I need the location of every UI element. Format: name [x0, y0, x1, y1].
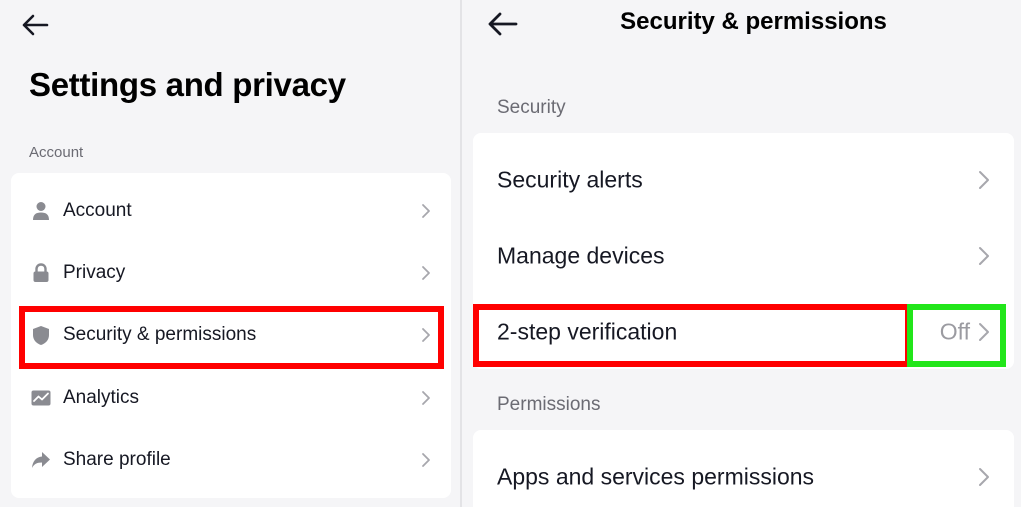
lock-icon	[30, 262, 52, 284]
apps-services-permissions-row[interactable]: Apps and services permissions	[473, 439, 1014, 507]
settings-item-security[interactable]: Security & permissions	[11, 304, 451, 366]
settings-item-label: Analytics	[63, 387, 140, 408]
section-label-permissions: Permissions	[497, 394, 601, 415]
account-settings-card: Account Privacy Security & permissions A…	[11, 173, 451, 498]
security-alerts-row[interactable]: Security alerts	[473, 142, 1014, 218]
share-icon	[30, 449, 52, 471]
section-label-account: Account	[29, 144, 84, 161]
chevron-right-icon	[979, 171, 989, 189]
section-label-security: Security	[497, 97, 566, 118]
settings-privacy-panel: Settings and privacy Account Account Pri…	[0, 0, 460, 507]
settings-item-analytics[interactable]: Analytics	[11, 367, 451, 429]
chevron-right-icon	[979, 247, 989, 265]
manage-devices-row[interactable]: Manage devices	[473, 218, 1014, 294]
security-card: Security alerts Manage devices 2-step ve…	[473, 133, 1014, 369]
settings-item-label: Privacy	[63, 262, 126, 283]
permissions-card: Apps and services permissions	[473, 430, 1014, 507]
header-title: Security & permissions	[620, 8, 887, 35]
row-label: Manage devices	[497, 242, 665, 269]
page-title: Settings and privacy	[29, 66, 346, 103]
settings-item-label: Security & permissions	[63, 324, 257, 345]
row-label: Apps and services permissions	[497, 463, 815, 490]
row-label: 2-step verification	[497, 318, 678, 345]
settings-item-label: Share profile	[63, 449, 171, 470]
chevron-right-icon	[422, 391, 430, 405]
shield-icon	[30, 324, 52, 346]
back-arrow-icon[interactable]	[21, 13, 49, 37]
chevron-right-icon	[422, 453, 430, 467]
chevron-right-icon	[422, 266, 430, 280]
two-step-status-value: Off	[939, 318, 970, 345]
analytics-icon	[30, 387, 52, 409]
person-icon	[30, 200, 52, 222]
two-step-verification-row[interactable]: 2-step verification Off	[473, 294, 1014, 370]
chevron-right-icon	[422, 328, 430, 342]
settings-item-privacy[interactable]: Privacy	[11, 242, 451, 304]
settings-item-share-profile[interactable]: Share profile	[11, 429, 451, 491]
settings-item-account[interactable]: Account	[11, 180, 451, 242]
security-permissions-panel: Security & permissions Security Security…	[462, 0, 1021, 507]
chevron-right-icon	[979, 323, 989, 341]
chevron-right-icon	[979, 468, 989, 486]
settings-item-label: Account	[63, 200, 132, 221]
row-label: Security alerts	[497, 166, 643, 193]
chevron-right-icon	[422, 204, 430, 218]
